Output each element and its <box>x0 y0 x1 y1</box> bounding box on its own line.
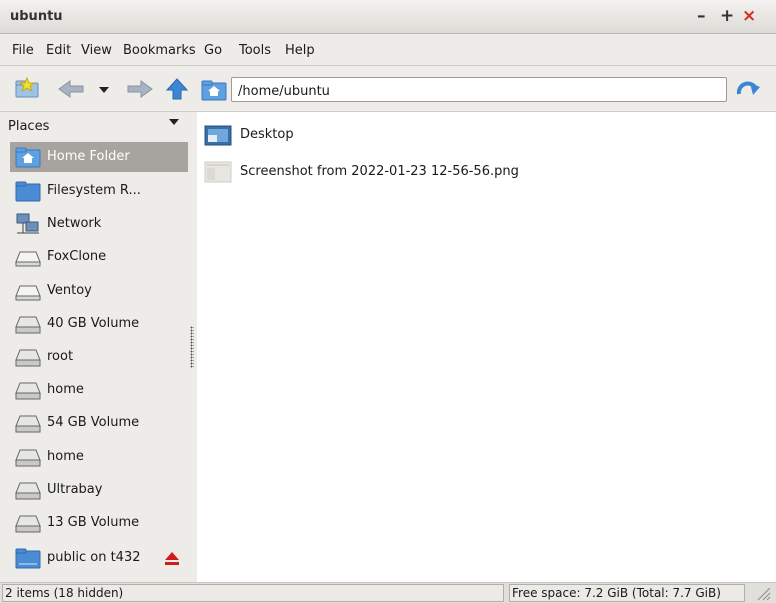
sidebar-item-54gb-volume[interactable]: 54 GB Volume <box>10 408 188 438</box>
menu-go[interactable]: Go <box>204 43 222 58</box>
sidebar-item-label: FoxClone <box>47 249 107 264</box>
sidebar-item-root[interactable]: root <box>10 342 188 372</box>
folder-icon <box>15 180 41 202</box>
sidebar-item-label: Home Folder <box>47 149 130 164</box>
desktop-folder-icon <box>204 124 232 150</box>
sidebar-item-label: 13 GB Volume <box>47 515 140 530</box>
title-bar[interactable]: ubuntu – + × <box>0 0 776 34</box>
sidebar-item-label: Filesystem R... <box>47 183 141 198</box>
sidebar-item-label: root <box>47 349 74 364</box>
status-free-space: Free space: 7.2 GiB (Total: 7.7 GiB) <box>509 584 745 602</box>
places-dropdown-icon[interactable] <box>168 116 180 131</box>
eject-icon[interactable] <box>164 550 180 570</box>
home-folder-icon <box>15 146 41 168</box>
sidebar-item-ventoy[interactable]: Ventoy <box>10 276 188 306</box>
status-item-count: 2 items (18 hidden) <box>2 584 504 602</box>
sidebar-item-label: Ventoy <box>47 283 92 298</box>
back-icon[interactable] <box>57 79 85 103</box>
file-list-pane: Desktop Screenshot from 2022-01-23 12-56… <box>197 112 776 582</box>
maximize-button[interactable]: + <box>720 7 734 25</box>
file-name: Screenshot from 2022-01-23 12-56-56.png <box>240 164 519 179</box>
sidebar-item-label: 54 GB Volume <box>47 415 140 430</box>
sidebar-item-label: home <box>47 382 84 397</box>
drive-icon <box>15 246 41 268</box>
menu-tools[interactable]: Tools <box>239 43 271 58</box>
resize-grip-icon[interactable] <box>752 584 772 602</box>
hard-disk-icon <box>15 512 41 534</box>
file-item-screenshot[interactable]: Screenshot from 2022-01-23 12-56-56.png <box>204 161 544 185</box>
sidebar-item-label: Ultrabay <box>47 482 103 497</box>
splitter-grip[interactable] <box>190 326 194 368</box>
menu-help[interactable]: Help <box>285 43 315 58</box>
up-icon[interactable] <box>165 77 189 105</box>
close-button[interactable]: × <box>742 7 756 25</box>
sidebar-item-13gb-volume[interactable]: 13 GB Volume <box>10 508 188 538</box>
sidebar-item-label: Network <box>47 216 102 231</box>
file-manager-window: ubuntu – + × File Edit View Bookmarks Go… <box>0 0 776 603</box>
menu-bookmarks[interactable]: Bookmarks <box>123 43 196 58</box>
sidebar-item-network[interactable]: Network <box>10 209 188 239</box>
hard-disk-icon <box>15 313 41 335</box>
sidebar-item-label: public on t432 <box>47 550 141 565</box>
window-title: ubuntu <box>10 9 63 24</box>
sidebar-item-home[interactable]: home <box>10 375 188 405</box>
sidebar-item-home-2[interactable]: home <box>10 442 188 472</box>
hard-disk-icon <box>15 412 41 434</box>
hard-disk-icon <box>15 346 41 368</box>
file-name: Desktop <box>240 127 294 142</box>
hard-disk-icon <box>15 379 41 401</box>
sidebar-item-ultrabay[interactable]: Ultrabay <box>10 475 188 505</box>
network-share-icon <box>15 547 41 569</box>
places-header: Places <box>8 119 50 134</box>
image-thumbnail-icon <box>204 161 232 187</box>
sidebar-item-label: home <box>47 449 84 464</box>
forward-icon[interactable] <box>126 79 154 103</box>
home-folder-icon <box>201 79 227 105</box>
sidebar-item-filesystem[interactable]: Filesystem R... <box>10 176 188 206</box>
network-icon <box>15 213 41 235</box>
minimize-button[interactable]: – <box>697 7 706 25</box>
menu-file[interactable]: File <box>12 43 34 58</box>
go-icon[interactable] <box>734 78 762 106</box>
history-dropdown-icon[interactable] <box>98 84 110 99</box>
drive-icon <box>15 280 41 302</box>
sidebar-item-label: 40 GB Volume <box>47 316 140 331</box>
new-tab-icon[interactable] <box>13 76 41 104</box>
menu-view[interactable]: View <box>81 43 112 58</box>
hard-disk-icon <box>15 479 41 501</box>
sidebar-item-public-on-t432[interactable]: public on t432 <box>10 543 188 573</box>
sidebar-item-home-folder[interactable]: Home Folder <box>10 142 188 172</box>
path-input[interactable] <box>231 77 727 102</box>
menu-edit[interactable]: Edit <box>46 43 71 58</box>
sidebar-item-40gb-volume[interactable]: 40 GB Volume <box>10 309 188 339</box>
hard-disk-icon <box>15 446 41 468</box>
menu-bar: File Edit View Bookmarks Go Tools Help <box>0 34 776 66</box>
sidebar-item-foxclone[interactable]: FoxClone <box>10 242 188 272</box>
file-item-desktop[interactable]: Desktop <box>204 124 324 146</box>
